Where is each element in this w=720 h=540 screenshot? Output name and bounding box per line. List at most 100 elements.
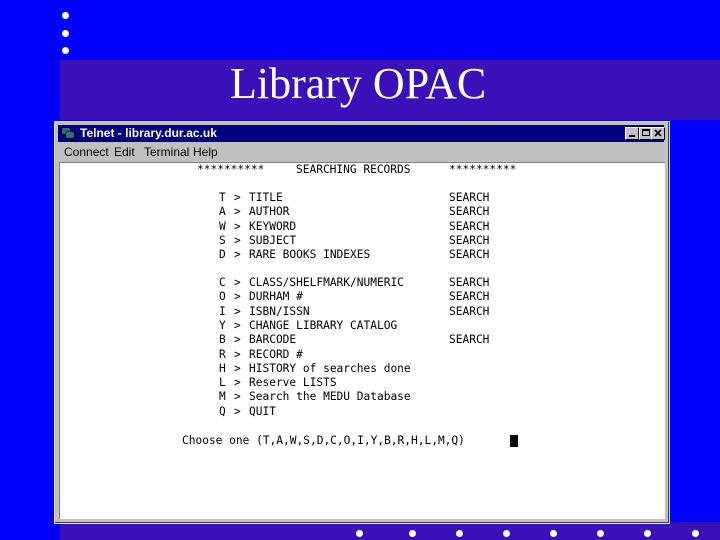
terminal-screen[interactable]: ********** SEARCHING RECORDS ********** … [59,162,665,519]
option-row-w[interactable]: W > KEYWORD SEARCH [60,220,660,234]
option-action: SEARCH [449,191,490,204]
option-key: O [219,290,226,304]
option-action: SEARCH [449,219,490,233]
option-arrow: > [234,233,241,247]
bullet-dot [503,530,510,537]
option-label: CLASS/SHELFMARK/NUMERIC [249,276,404,289]
option-row-h[interactable]: H > HISTORY of searches done [60,362,660,376]
option-row-q[interactable]: Q > QUIT [60,405,660,419]
option-key: A [219,205,226,219]
option-arrow: > [234,219,241,233]
option-arrow: > [234,191,241,204]
option-label: Search the MEDU Database [249,390,411,404]
command-prompt: Choose one (T,A,W,S,D,C,O,I,Y,B,R,H,L,M,… [182,434,465,447]
bullet-dot [356,530,363,537]
option-row-o[interactable]: O > DURHAM # SEARCH [60,290,660,304]
option-label: RARE BOOKS INDEXES [249,248,371,262]
option-key: M [219,390,226,404]
bullet-dot [692,530,699,537]
option-key: I [219,304,226,318]
option-arrow: > [234,333,241,347]
option-label: RECORD # [249,347,303,361]
option-key: R [219,347,226,361]
bullet-dot [409,530,416,537]
option-key: Q [219,404,226,418]
bullet-dot [550,530,557,537]
option-key: T [219,191,226,204]
bullet-dot [62,30,69,37]
option-label: QUIT [249,404,276,418]
option-key: D [219,248,226,262]
option-key: H [219,361,226,375]
bottom-band [60,522,720,540]
bullet-dot [597,530,604,537]
menu-edit[interactable]: Edit [114,145,135,159]
option-arrow: > [234,390,241,404]
option-arrow: > [234,318,241,332]
close-icon [654,129,662,137]
option-row-y[interactable]: Y > CHANGE LIBRARY CATALOG [60,319,660,333]
option-key: W [219,219,226,233]
option-row-d[interactable]: D > RARE BOOKS INDEXES SEARCH [60,248,660,262]
option-action: SEARCH [449,205,490,219]
option-row-t[interactable]: T > TITLE SEARCH [60,191,660,205]
option-arrow: > [234,361,241,375]
bullet-dot [644,530,651,537]
bullet-dot [62,47,69,54]
option-row-l[interactable]: L > Reserve LISTS [60,376,660,390]
option-key: B [219,333,226,347]
option-arrow: > [234,376,241,390]
option-action: SEARCH [449,276,490,289]
text-cursor[interactable] [510,435,518,447]
bullet-dot [62,12,69,19]
minimize-icon [629,135,635,137]
telnet-window: Telnet - library.dur.ac.uk Connect Edit … [54,121,670,524]
header-stars-right: ********** [449,163,517,176]
option-arrow: > [234,347,241,361]
option-label: TITLE [249,191,283,204]
bullet-dot [456,530,463,537]
option-label: KEYWORD [249,219,297,233]
option-arrow: > [234,205,241,219]
option-action: SEARCH [449,248,490,262]
menu-connect[interactable]: Connect [64,145,109,159]
option-key: Y [219,318,226,332]
option-action: SEARCH [449,290,490,304]
header-title: SEARCHING RECORDS [296,163,411,176]
option-action: SEARCH [449,333,490,347]
option-row-a[interactable]: A > AUTHOR SEARCH [60,205,660,219]
option-row-i[interactable]: I > ISBN/ISSN SEARCH [60,305,660,319]
minimize-button[interactable] [625,127,639,140]
option-arrow: > [234,248,241,262]
option-arrow: > [234,404,241,418]
option-arrow: > [234,276,241,289]
header-stars-left: ********** [197,163,265,176]
option-action: SEARCH [449,304,490,318]
option-row-b[interactable]: B > BARCODE SEARCH [60,333,660,347]
option-label: HISTORY of searches done [249,361,411,375]
option-label: BARCODE [249,333,297,347]
window-title: Telnet - library.dur.ac.uk [80,126,217,140]
option-label: SUBJECT [249,233,297,247]
option-key: S [219,233,226,247]
option-row-m[interactable]: M > Search the MEDU Database [60,390,660,404]
close-button[interactable] [651,127,665,140]
option-key: L [219,376,226,390]
menubar: Connect Edit Terminal Help [58,143,664,161]
menu-terminal[interactable]: Terminal [144,145,189,159]
option-action: SEARCH [449,233,490,247]
menu-help[interactable]: Help [193,145,218,159]
option-row-s[interactable]: S > SUBJECT SEARCH [60,234,660,248]
option-arrow: > [234,304,241,318]
option-label: CHANGE LIBRARY CATALOG [249,318,398,332]
option-label: DURHAM # [249,290,303,304]
telnet-app-icon[interactable] [61,127,75,140]
option-arrow: > [234,290,241,304]
option-row-c[interactable]: C > CLASS/SHELFMARK/NUMERIC SEARCH [60,276,660,290]
window-titlebar[interactable]: Telnet - library.dur.ac.uk [58,125,665,142]
slide-title: Library OPAC [230,59,487,108]
option-label: AUTHOR [249,205,290,219]
option-label: Reserve LISTS [249,376,337,390]
option-row-r[interactable]: R > RECORD # [60,348,660,362]
option-key: C [219,276,226,289]
